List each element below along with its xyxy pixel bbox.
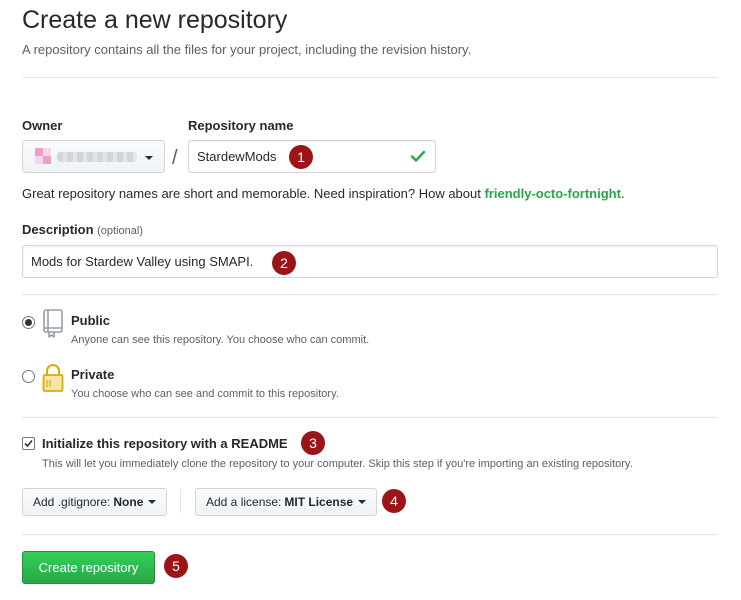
divider xyxy=(22,534,718,535)
create-repository-button[interactable]: Create repository xyxy=(22,551,155,584)
page-title: Create a new repository xyxy=(22,6,288,34)
gitignore-value: None xyxy=(113,495,144,509)
public-title: Public xyxy=(71,313,111,328)
repo-book-icon xyxy=(43,309,63,338)
readme-note: This will let you immediately clone the … xyxy=(42,458,633,470)
owner-label: Owner xyxy=(22,118,63,133)
license-value: MIT License xyxy=(284,495,354,509)
description-label: Description (optional) xyxy=(22,222,143,237)
description-label-text: Description xyxy=(22,222,94,237)
hint-suffix: . xyxy=(620,186,625,201)
hint-text: Great repository names are short and mem… xyxy=(22,186,485,201)
check-icon xyxy=(410,150,426,162)
private-radio[interactable] xyxy=(22,370,35,383)
public-note: Anyone can see this repository. You choo… xyxy=(71,334,370,346)
checkmark-icon xyxy=(24,439,33,448)
description-input[interactable] xyxy=(22,245,718,278)
readme-checkbox[interactable] xyxy=(22,437,35,450)
owner-select[interactable] xyxy=(22,140,165,173)
chevron-down-icon xyxy=(148,500,157,504)
owner-avatar xyxy=(35,148,51,164)
optional-tag: (optional) xyxy=(97,225,143,237)
chevron-down-icon xyxy=(358,500,367,504)
button-separator xyxy=(180,489,181,513)
annotation-badge-5: 5 xyxy=(164,554,188,578)
path-separator: / xyxy=(172,147,178,169)
annotation-badge-2: 2 xyxy=(272,251,296,275)
readme-label[interactable]: Initialize this repository with a README xyxy=(42,436,288,451)
private-title: Private xyxy=(71,367,115,382)
page-subtitle: A repository contains all the files for … xyxy=(22,42,472,57)
owner-name-redacted xyxy=(57,152,137,162)
private-note: You choose who can see and commit to thi… xyxy=(71,388,339,400)
license-select[interactable]: Add a license: MIT License xyxy=(195,488,378,516)
annotation-badge-1: 1 xyxy=(289,145,313,169)
public-radio[interactable] xyxy=(22,316,35,329)
repo-name-hint: Great repository names are short and mem… xyxy=(22,186,625,201)
divider xyxy=(22,294,718,295)
name-suggestion-link[interactable]: friendly-octo-fortnight xyxy=(484,186,620,201)
license-prefix: Add a license: xyxy=(206,495,282,509)
gitignore-prefix: Add .gitignore: xyxy=(33,495,111,509)
chevron-down-icon xyxy=(145,156,153,160)
divider xyxy=(22,77,718,78)
annotation-badge-3: 3 xyxy=(301,431,325,455)
annotation-badge-4: 4 xyxy=(382,489,406,513)
lock-icon xyxy=(42,364,64,392)
divider xyxy=(22,417,718,418)
gitignore-select[interactable]: Add .gitignore: None xyxy=(22,488,168,516)
repo-name-label: Repository name xyxy=(188,118,294,133)
